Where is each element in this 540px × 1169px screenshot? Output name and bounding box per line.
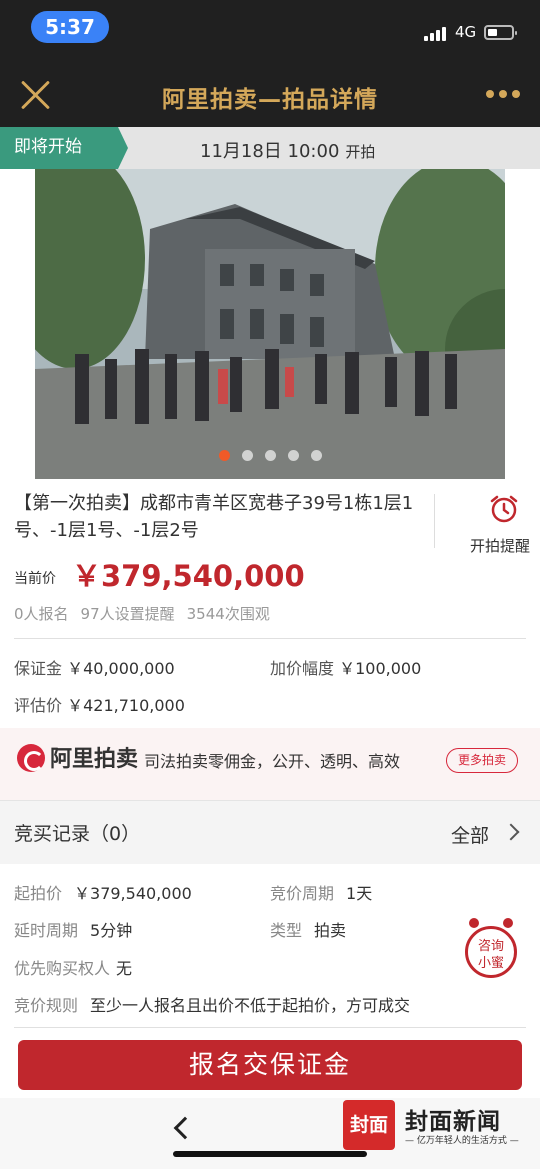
consult-line2: 小蜜	[477, 956, 504, 971]
type-label: 类型	[270, 921, 303, 940]
start-word: 开拍	[345, 143, 376, 161]
more-auctions-button[interactable]: 更多拍卖	[446, 748, 518, 773]
current-price: ￥379,540,000	[72, 559, 305, 593]
cover-news-logo: 封面	[343, 1100, 395, 1150]
start-price-value: ￥379,540,000	[74, 884, 192, 903]
cover-news-name: 封面新闻	[405, 1109, 501, 1135]
divider	[14, 1027, 526, 1028]
rule-row: 竞价规则 至少一人报名且出价不低于起拍价，方可成交	[14, 992, 410, 1016]
deposit-label: 保证金	[14, 659, 63, 678]
bid-records-row[interactable]: 竞买记录（0） 全部	[0, 800, 540, 864]
start-time: 11月18日 10:00 开拍	[200, 137, 375, 163]
deposit-row: 保证金 ￥40,000,000	[14, 655, 175, 679]
consult-ear-left	[469, 918, 479, 928]
nav-bar: 阿里拍卖—拍品详情	[0, 62, 540, 127]
lot-photo	[35, 169, 505, 479]
signup-count: 0人报名	[14, 605, 69, 623]
signal-icon	[424, 26, 450, 41]
consult-line1: 咨询	[477, 939, 504, 954]
gallery-dot[interactable]	[287, 450, 299, 461]
gallery-dots	[35, 450, 505, 461]
rule-label: 竞价规则	[14, 996, 79, 1015]
ali-auction-banner: 阿里拍卖 司法拍卖零佣金，公开、透明、高效 更多拍卖	[0, 728, 540, 800]
chevron-right-icon	[502, 823, 520, 841]
bid-records-title: 竞买记录（0）	[14, 823, 141, 845]
cover-news-tagline: — 亿万年轻人的生活方式 —	[405, 1136, 519, 1146]
status-time: 5:37	[31, 11, 109, 43]
lot-photo-gallery[interactable]	[35, 169, 505, 479]
network-type: 4G	[455, 23, 477, 41]
deposit-value: ￥40,000,000	[67, 659, 175, 678]
type-row: 类型 拍卖	[270, 917, 346, 941]
stats-line: 0人报名 97人设置提醒 3544次围观	[14, 603, 282, 624]
bid-period-row: 竞价周期 1天	[270, 880, 372, 904]
start-date-time: 11月18日 10:00	[200, 141, 340, 162]
consult-circle: 咨询 小蜜	[465, 926, 517, 978]
bid-records-all[interactable]: 全部	[451, 821, 489, 848]
appraisal-row: 评估价 ￥421,710,000	[14, 692, 185, 716]
divider	[434, 494, 435, 548]
priority-label: 优先购买权人	[14, 959, 111, 978]
extension-row: 延时周期 5分钟	[14, 917, 132, 941]
status-bar: 5:37 4G	[0, 0, 540, 62]
start-price-label: 起拍价	[14, 884, 63, 903]
countdown-bar: 即将开始 11月18日 10:00 开拍	[0, 127, 540, 169]
back-arrow-icon[interactable]	[173, 1116, 197, 1140]
home-indicator[interactable]	[173, 1151, 367, 1157]
divider	[14, 638, 526, 639]
extension-label: 延时周期	[14, 921, 79, 940]
ali-slogan: 司法拍卖零佣金，公开、透明、高效	[144, 752, 401, 771]
ali-brand: 阿里拍卖	[50, 747, 139, 772]
status-badge: 即将开始	[0, 127, 128, 169]
type-value: 拍卖	[314, 921, 347, 940]
consult-ear-right	[503, 918, 513, 928]
start-price-row: 起拍价 ￥379,540,000	[14, 880, 192, 904]
appraisal-label: 评估价	[14, 696, 63, 715]
reminder-count: 97人设置提醒	[80, 605, 175, 623]
gallery-dot[interactable]	[241, 450, 253, 461]
battery-icon	[484, 25, 517, 40]
increment-row: 加价幅度 ￥100,000	[270, 655, 421, 679]
more-dots-icon[interactable]	[486, 90, 520, 100]
price-label: 当前价	[14, 571, 56, 587]
consult-button[interactable]: 咨询 小蜜	[465, 918, 517, 980]
appraisal-value: ￥421,710,000	[67, 696, 185, 715]
lot-title: 【第一次拍卖】成都市青羊区宽巷子39号1栋1层1号、-1层1号、-1层2号	[14, 493, 414, 541]
priority-row: 优先购买权人无	[14, 955, 132, 979]
view-count: 3544次围观	[186, 605, 270, 623]
page-title: 阿里拍卖—拍品详情	[162, 87, 378, 113]
increment-label: 加价幅度	[270, 659, 335, 678]
extension-value: 5分钟	[90, 921, 133, 940]
ali-auction-logo-icon	[17, 744, 45, 772]
gallery-dot[interactable]	[310, 450, 322, 461]
priority-value: 无	[116, 959, 133, 978]
rule-value: 至少一人报名且出价不低于起拍价，方可成交	[90, 996, 411, 1015]
alarm-clock-icon[interactable]	[489, 494, 519, 524]
reminder-label[interactable]: 开拍提醒	[470, 535, 540, 556]
bid-period-label: 竞价周期	[270, 884, 335, 903]
gallery-dot[interactable]	[264, 450, 276, 461]
increment-value: ￥100,000	[339, 659, 422, 678]
register-deposit-button[interactable]: 报名交保证金	[18, 1040, 522, 1090]
bid-period-value: 1天	[346, 884, 373, 903]
gallery-dot[interactable]	[218, 450, 230, 461]
